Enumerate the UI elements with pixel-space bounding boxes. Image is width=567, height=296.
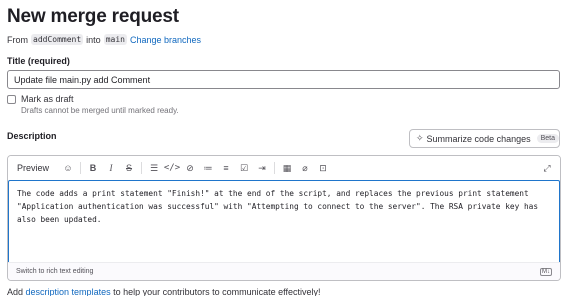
sparkle-icon: ✧: [416, 133, 424, 143]
draft-checkbox[interactable]: [7, 95, 16, 104]
fullscreen-icon[interactable]: ⤢: [538, 159, 556, 177]
preview-tab[interactable]: Preview: [17, 163, 49, 173]
quote-icon[interactable]: ☰: [145, 159, 163, 177]
editor-footer: Switch to rich text editing M↓: [8, 262, 560, 280]
description-label: Description: [7, 131, 57, 141]
page-title: New merge request: [7, 6, 179, 27]
target-branch: main: [103, 34, 127, 45]
strikethrough-icon[interactable]: S: [120, 159, 138, 177]
toolbar-divider: [141, 162, 143, 174]
toolbar-divider: [80, 162, 82, 174]
quick-action-icon[interactable]: ⊡: [314, 159, 332, 177]
summarize-label: Summarize code changes: [426, 133, 531, 144]
bullet-list-icon[interactable]: ≔: [199, 159, 217, 177]
markdown-icon: M↓: [540, 267, 552, 276]
draft-row[interactable]: Mark as draft: [7, 94, 74, 105]
description-textarea[interactable]: The code adds a print statement "Finish!…: [8, 180, 560, 264]
draft-help-text: Drafts cannot be merged until marked rea…: [21, 106, 179, 115]
editor-toolbar: Preview ☺ B I S ☰ </> ⊘ ≔ ≡ ☑ ⇥ ▦ ⌀ ⊡ ⤢: [8, 156, 560, 180]
into-label: into: [86, 34, 101, 45]
bold-icon[interactable]: B: [84, 159, 102, 177]
italic-icon[interactable]: I: [102, 159, 120, 177]
hint-suffix: to help your contributors to communicate…: [113, 287, 321, 296]
hint-prefix: Add: [7, 287, 24, 296]
source-branch: addComment: [31, 34, 84, 45]
change-branches-link[interactable]: Change branches: [130, 35, 201, 45]
table-icon[interactable]: ▦: [278, 159, 296, 177]
beta-badge: Beta: [536, 134, 560, 143]
tanuki-icon[interactable]: ☺: [59, 159, 77, 177]
description-templates-link[interactable]: description templates: [26, 287, 111, 296]
title-input[interactable]: Update file main.py add Comment: [7, 70, 560, 89]
draft-label[interactable]: Mark as draft: [21, 94, 74, 105]
indent-icon[interactable]: ⇥: [253, 159, 271, 177]
description-editor: Preview ☺ B I S ☰ </> ⊘ ≔ ≡ ☑ ⇥ ▦ ⌀ ⊡ ⤢ …: [7, 155, 561, 281]
toolbar-divider: [274, 162, 276, 174]
description-templates-hint: Add description templates to help your c…: [7, 287, 321, 296]
numbered-list-icon[interactable]: ≡: [217, 159, 235, 177]
from-label: From: [7, 34, 28, 45]
code-icon[interactable]: </>: [163, 159, 181, 177]
summarize-code-changes-button[interactable]: ✧ Summarize code changes Beta: [409, 129, 560, 148]
title-label: Title (required): [7, 56, 70, 66]
attach-icon[interactable]: ⌀: [296, 159, 314, 177]
link-icon[interactable]: ⊘: [181, 159, 199, 177]
branch-line: From addComment into main Change branche…: [7, 34, 201, 45]
switch-rich-text-link[interactable]: Switch to rich text editing: [16, 268, 93, 275]
task-list-icon[interactable]: ☑: [235, 159, 253, 177]
